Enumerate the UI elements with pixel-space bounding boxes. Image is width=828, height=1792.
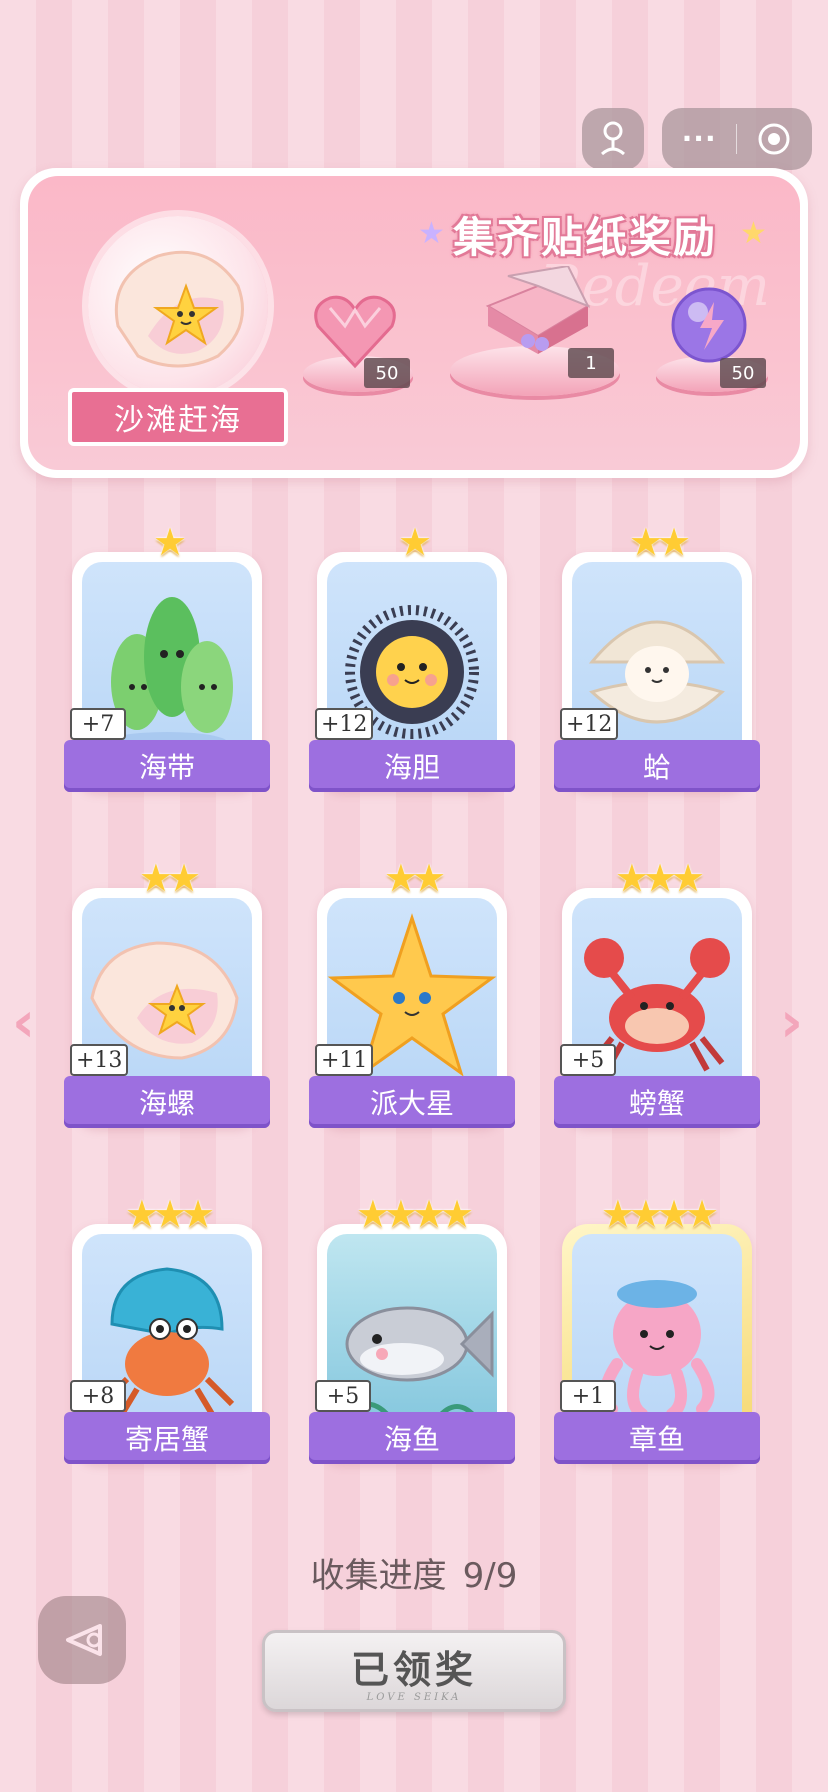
progress-value: 9/9: [462, 1556, 518, 1596]
more-button[interactable]: ···: [682, 125, 717, 153]
back-button[interactable]: [38, 1596, 126, 1684]
card-count-badge: +5: [560, 1044, 616, 1076]
rarity-stars: ★: [152, 520, 187, 564]
card-name: 海螺: [64, 1076, 270, 1128]
collection-progress: 收集进度 9/9: [0, 1548, 828, 1597]
card-name: 海胆: [309, 740, 515, 792]
person-icon: [600, 121, 626, 156]
next-page-arrow[interactable]: ›: [780, 990, 803, 1055]
reward-count: 50: [720, 358, 766, 388]
rarity-stars: ★★: [628, 520, 691, 564]
claimed-label: 已领奖: [350, 1647, 477, 1692]
capsule-divider: [735, 124, 737, 154]
sticker-card[interactable]: ★★★ 螃蟹 +5: [554, 856, 760, 1148]
card-count-badge: +7: [70, 708, 126, 740]
mini-program-capsule: ···: [662, 108, 812, 170]
rarity-stars: ★: [397, 520, 432, 564]
card-name: 螃蟹: [554, 1076, 760, 1128]
gift-box-icon: [485, 266, 591, 354]
card-name: 海鱼: [309, 1412, 515, 1464]
sticker-card[interactable]: ★★★★ 海鱼 +5: [309, 1192, 515, 1484]
purple-orb-icon: [671, 287, 747, 363]
rarity-stars: ★★★★: [600, 1192, 719, 1236]
deco-star-icon: ★: [418, 216, 445, 251]
sticker-card[interactable]: ★★★★ 章鱼 +1: [554, 1192, 760, 1484]
rarity-stars: ★★★: [124, 1192, 215, 1236]
sticker-card[interactable]: ★★ 蛤 +12: [554, 520, 760, 812]
rarity-stars: ★★: [138, 856, 201, 900]
claimed-sublabel: LOVE SEIKA: [366, 1692, 462, 1703]
back-arrow-icon: [66, 1624, 102, 1656]
sticker-card[interactable]: ★ 海胆 +12: [309, 520, 515, 812]
sticker-card[interactable]: ★ 海带 +7: [64, 520, 270, 812]
prev-page-arrow[interactable]: ‹: [12, 990, 35, 1055]
card-count-badge: +12: [315, 708, 374, 740]
card-name: 蛤: [554, 740, 760, 792]
sticker-card[interactable]: ★★ 派大星 +11: [309, 856, 515, 1148]
sticker-card[interactable]: ★★★ 寄居蟹 +8: [64, 1192, 270, 1484]
banner-title: 集齐贴纸奖励: [453, 213, 718, 262]
progress-label: 收集进度: [310, 1556, 447, 1596]
rarity-stars: ★★: [383, 856, 446, 900]
sticker-card[interactable]: ★★ 海螺 +13: [64, 856, 270, 1148]
card-count-badge: +5: [315, 1380, 371, 1412]
reward-count: 1: [568, 348, 614, 378]
card-name: 章鱼: [554, 1412, 760, 1464]
reward-banner: Redeem ★ 集齐贴纸奖励 ★ 沙滩赶海 50 1 50: [20, 168, 808, 478]
deco-star-icon: ★: [740, 216, 767, 251]
reward-count: 50: [364, 358, 410, 388]
rarity-stars: ★★★: [614, 856, 705, 900]
event-label: 沙滩赶海: [68, 388, 288, 446]
card-count-badge: +1: [560, 1380, 616, 1412]
card-count-badge: +11: [315, 1044, 374, 1076]
card-name: 派大星: [309, 1076, 515, 1128]
card-name: 海带: [64, 740, 270, 792]
card-name: 寄居蟹: [64, 1412, 270, 1464]
card-count-badge: +8: [70, 1380, 126, 1412]
claimed-button[interactable]: 已领奖 LOVE SEIKA: [262, 1630, 566, 1712]
close-target-icon[interactable]: [756, 121, 792, 157]
card-count-badge: +12: [560, 708, 619, 740]
avatar-button[interactable]: [582, 108, 644, 170]
event-icon: [88, 216, 268, 396]
card-count-badge: +13: [70, 1044, 129, 1076]
rarity-stars: ★★★★: [355, 1192, 474, 1236]
